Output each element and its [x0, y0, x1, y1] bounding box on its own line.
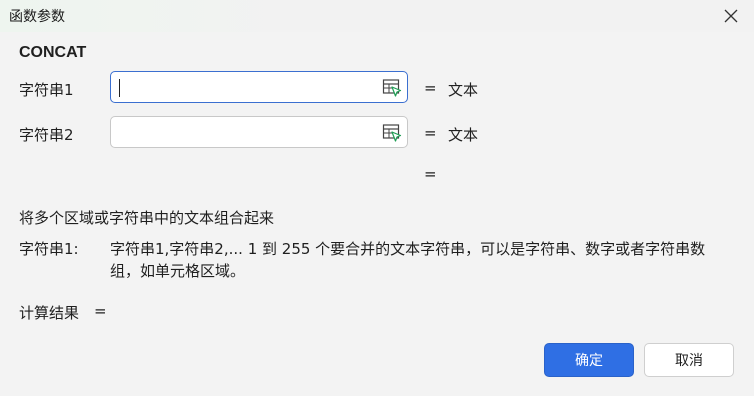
arg1-label: 字符串1: [19, 81, 74, 99]
arg2-eq: =: [424, 124, 437, 142]
close-button[interactable]: [716, 2, 746, 30]
text-caret: [119, 79, 120, 97]
function-name: CONCAT: [19, 44, 87, 61]
arg1-type: 文本: [448, 81, 479, 99]
arg1-eq: =: [424, 79, 437, 97]
arg2-type: 文本: [448, 126, 479, 144]
help-arg-text: 字符串1,字符串2,... 1 到 255 个要合并的文本字符串，可以是字符串、…: [110, 240, 706, 280]
ok-button[interactable]: 确定: [544, 343, 634, 377]
result-eq: =: [94, 302, 107, 320]
help-arg-label: 字符串1:: [19, 240, 79, 258]
function-description: 将多个区域或字符串中的文本组合起来: [19, 209, 275, 227]
title-bar: 函数参数: [0, 0, 754, 32]
range-select-icon[interactable]: [382, 78, 402, 98]
arg2-input[interactable]: [110, 116, 408, 148]
formula-result-eq: =: [424, 165, 437, 183]
result-label: 计算结果: [19, 304, 80, 322]
arg2-label: 字符串2: [19, 126, 74, 144]
cancel-button[interactable]: 取消: [644, 343, 734, 377]
close-icon: [724, 9, 738, 23]
range-select-icon[interactable]: [382, 123, 402, 143]
arg1-input[interactable]: [110, 71, 408, 103]
window-title: 函数参数: [9, 9, 65, 25]
